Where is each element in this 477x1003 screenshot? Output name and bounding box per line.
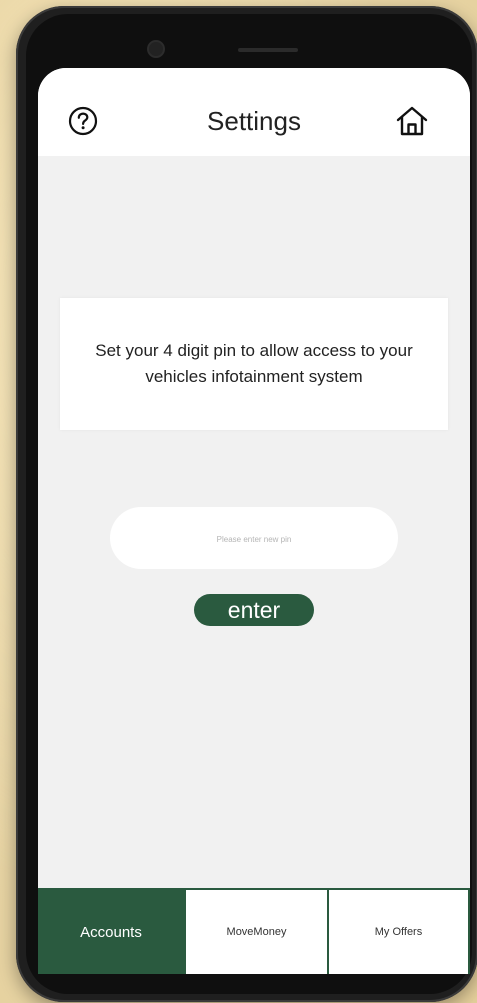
enter-button[interactable]: enter bbox=[194, 594, 314, 626]
pin-info-card: Set your 4 digit pin to allow access to … bbox=[60, 298, 448, 430]
earpiece-speaker bbox=[238, 48, 298, 52]
tab-accounts[interactable]: Accounts bbox=[38, 890, 184, 974]
home-icon bbox=[396, 106, 428, 136]
header-bar: Settings bbox=[38, 68, 470, 156]
tab-my-offers[interactable]: My Offers bbox=[327, 890, 470, 974]
tab-movemoney[interactable]: MoveMoney bbox=[184, 890, 327, 974]
bottom-navigation: Accounts MoveMoney My Offers bbox=[38, 888, 470, 974]
pin-info-message: Set your 4 digit pin to allow access to … bbox=[95, 341, 413, 386]
app-screen: Settings Set your 4 digit pin to allow a… bbox=[38, 68, 470, 974]
front-camera bbox=[149, 42, 163, 56]
home-button[interactable] bbox=[394, 103, 430, 139]
new-pin-input[interactable] bbox=[110, 507, 398, 569]
